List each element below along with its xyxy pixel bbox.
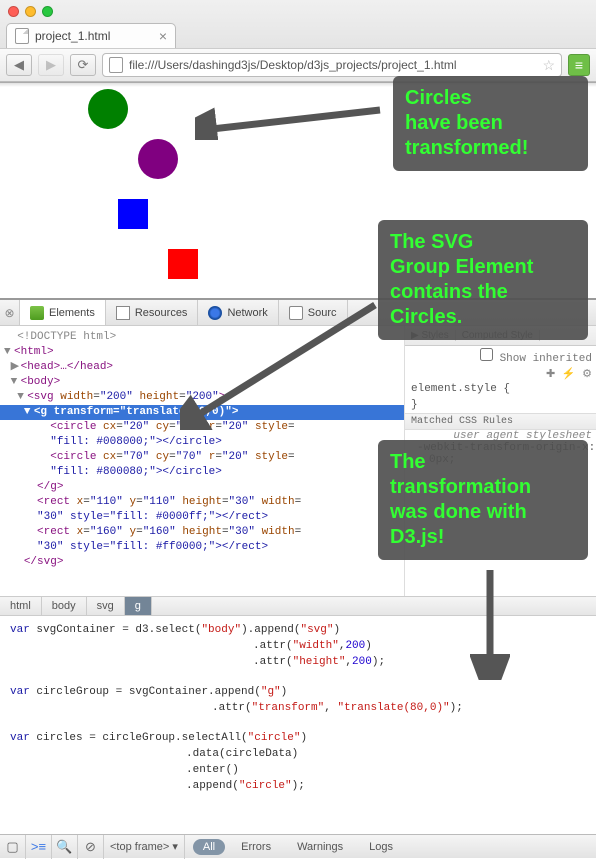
clear-button[interactable]: ⊘	[78, 835, 104, 859]
show-inherited-checkbox[interactable]	[480, 348, 493, 361]
crumb-g[interactable]: g	[125, 597, 152, 615]
minimize-window-icon[interactable]	[25, 6, 36, 17]
crumb-svg[interactable]: svg	[87, 597, 125, 615]
close-window-icon[interactable]	[8, 6, 19, 17]
close-tab-icon[interactable]: ×	[159, 28, 167, 44]
tab-sources[interactable]: Sourc	[279, 300, 348, 325]
browser-tab[interactable]: project_1.html ×	[6, 23, 176, 48]
url-text: file:///Users/dashingd3js/Desktop/d3js_p…	[129, 58, 536, 72]
devtools-close-icon[interactable]: ⊗	[0, 300, 20, 325]
sources-icon	[289, 306, 303, 320]
bookmark-icon[interactable]: ☆	[542, 57, 555, 74]
elements-icon	[30, 306, 44, 320]
address-bar[interactable]: file:///Users/dashingd3js/Desktop/d3js_p…	[102, 53, 562, 77]
maximize-window-icon[interactable]	[42, 6, 53, 17]
network-icon	[208, 306, 222, 320]
page-icon	[15, 28, 29, 44]
extension-button[interactable]: ≡	[568, 54, 590, 76]
devtools-bottom-bar: ▢ >≡ 🔍 ⊘ <top frame> ▾ All Errors Warnin…	[0, 834, 596, 858]
dock-button[interactable]: ▢	[0, 835, 26, 859]
filter-all[interactable]: All	[193, 839, 225, 855]
back-button[interactable]: ◀	[6, 54, 32, 76]
crumb-body[interactable]: body	[42, 597, 87, 615]
tab-network[interactable]: Network	[198, 300, 278, 325]
dom-tree[interactable]: <!DOCTYPE html> ▼<html> ▶<head>…</head> …	[0, 326, 404, 596]
filter-logs[interactable]: Logs	[359, 839, 403, 855]
page-viewport	[0, 83, 596, 298]
console-toggle-button[interactable]: >≡	[26, 835, 52, 859]
filter-errors[interactable]: Errors	[231, 839, 281, 855]
window-controls	[8, 6, 53, 17]
tab-resources[interactable]: Resources	[106, 300, 199, 325]
selected-dom-node[interactable]: ▼<g transform="translate(80,0)">	[0, 405, 404, 420]
console-panel[interactable]: var svgContainer = d3.select("body").app…	[0, 616, 596, 834]
page-icon	[109, 57, 123, 73]
filter-warnings[interactable]: Warnings	[287, 839, 353, 855]
reload-button[interactable]: ⟳	[70, 54, 96, 76]
forward-button[interactable]: ▶	[38, 54, 64, 76]
resources-icon	[116, 306, 130, 320]
rendered-svg	[8, 89, 208, 289]
styles-tab-styles[interactable]: ▶ Styles	[405, 330, 456, 341]
breadcrumb: html body svg g	[0, 596, 596, 616]
frame-selector[interactable]: <top frame> ▾	[104, 835, 185, 859]
crumb-html[interactable]: html	[0, 597, 42, 615]
tab-title: project_1.html	[35, 29, 110, 43]
styles-tab-computed[interactable]: Computed Style	[456, 330, 540, 341]
search-button[interactable]: 🔍	[52, 835, 78, 859]
matched-rules-heading: Matched CSS Rules	[405, 413, 596, 430]
styles-panel: ▶ Styles Computed Style Show inherited ✚…	[404, 326, 596, 596]
tab-elements[interactable]: Elements	[20, 300, 106, 325]
